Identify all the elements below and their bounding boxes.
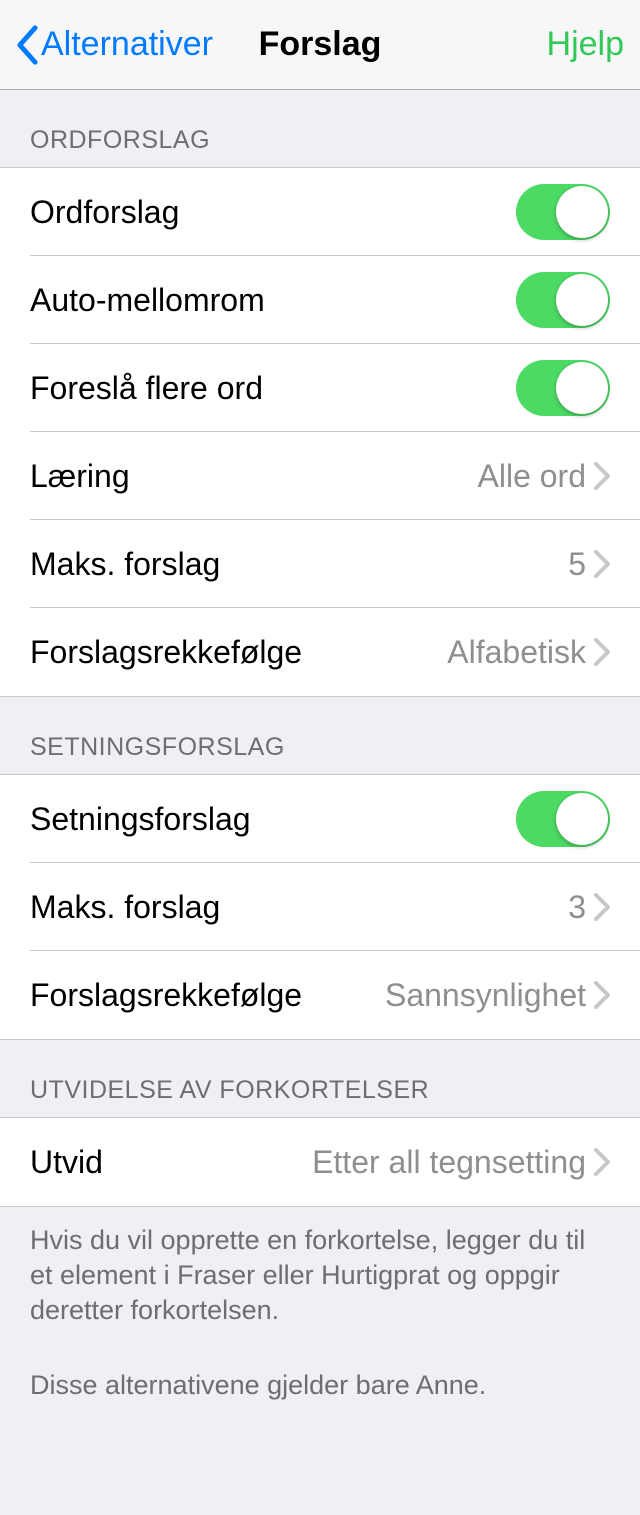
footer-note-2: Disse alternativene gjelder bare Anne. <box>0 1344 640 1443</box>
chevron-right-icon <box>594 893 610 921</box>
toggle-flereord[interactable] <box>516 360 610 416</box>
toggle-knob <box>556 793 608 845</box>
row-flereord[interactable]: Foreslå flere ord <box>0 344 640 432</box>
row-label: Læring <box>30 458 130 495</box>
row-rekkefolge-sentence[interactable]: Forslagsrekkefølge Sannsynlighet <box>0 951 640 1039</box>
row-setningsforslag[interactable]: Setningsforslag <box>0 775 640 863</box>
row-ordforslag[interactable]: Ordforslag <box>0 168 640 256</box>
row-label: Utvid <box>30 1144 103 1181</box>
row-label: Forslagsrekkefølge <box>30 634 302 671</box>
section-header-abbrev: UTVIDELSE AV FORKORTELSER <box>0 1040 640 1117</box>
row-label: Foreslå flere ord <box>30 370 263 407</box>
chevron-right-icon <box>594 981 610 1009</box>
row-label: Forslagsrekkefølge <box>30 977 302 1014</box>
navbar: Alternativer Forslag Hjelp <box>0 0 640 90</box>
chevron-left-icon <box>16 25 39 65</box>
section-header-word: ORDFORSLAG <box>0 90 640 167</box>
row-value: 3 <box>568 889 586 926</box>
row-value: Sannsynlighet <box>385 977 586 1014</box>
toggle-setningsforslag[interactable] <box>516 791 610 847</box>
toggle-automellomrom[interactable] <box>516 272 610 328</box>
chevron-right-icon <box>594 1148 610 1176</box>
chevron-right-icon <box>594 638 610 666</box>
footer-note-1: Hvis du vil opprette en forkortelse, leg… <box>0 1207 640 1344</box>
row-rekkefolge-word[interactable]: Forslagsrekkefølge Alfabetisk <box>0 608 640 696</box>
row-label: Setningsforslag <box>30 801 251 838</box>
chevron-right-icon <box>594 462 610 490</box>
group-abbrev: Utvid Etter all tegnsetting <box>0 1117 640 1207</box>
toggle-ordforslag[interactable] <box>516 184 610 240</box>
group-sentence: Setningsforslag Maks. forslag 3 Forslags… <box>0 774 640 1040</box>
toggle-knob <box>556 274 608 326</box>
section-header-sentence: SETNINGSFORSLAG <box>0 697 640 774</box>
row-value: Alfabetisk <box>447 634 586 671</box>
row-label: Ordforslag <box>30 194 179 231</box>
row-label: Maks. forslag <box>30 546 220 583</box>
row-automellomrom[interactable]: Auto-mellomrom <box>0 256 640 344</box>
row-maks-word[interactable]: Maks. forslag 5 <box>0 520 640 608</box>
row-laering[interactable]: Læring Alle ord <box>0 432 640 520</box>
row-label: Auto-mellomrom <box>30 282 265 319</box>
page-title: Forslag <box>259 25 382 64</box>
row-utvid[interactable]: Utvid Etter all tegnsetting <box>0 1118 640 1206</box>
row-maks-sentence[interactable]: Maks. forslag 3 <box>0 863 640 951</box>
back-button[interactable]: Alternativer <box>16 25 213 65</box>
row-value: 5 <box>568 546 586 583</box>
group-word: Ordforslag Auto-mellomrom Foreslå flere … <box>0 167 640 697</box>
help-button[interactable]: Hjelp <box>547 25 624 64</box>
row-value: Alle ord <box>478 458 587 495</box>
chevron-right-icon <box>594 550 610 578</box>
toggle-knob <box>556 362 608 414</box>
back-label: Alternativer <box>41 25 213 64</box>
toggle-knob <box>556 186 608 238</box>
row-value: Etter all tegnsetting <box>312 1144 586 1181</box>
row-label: Maks. forslag <box>30 889 220 926</box>
